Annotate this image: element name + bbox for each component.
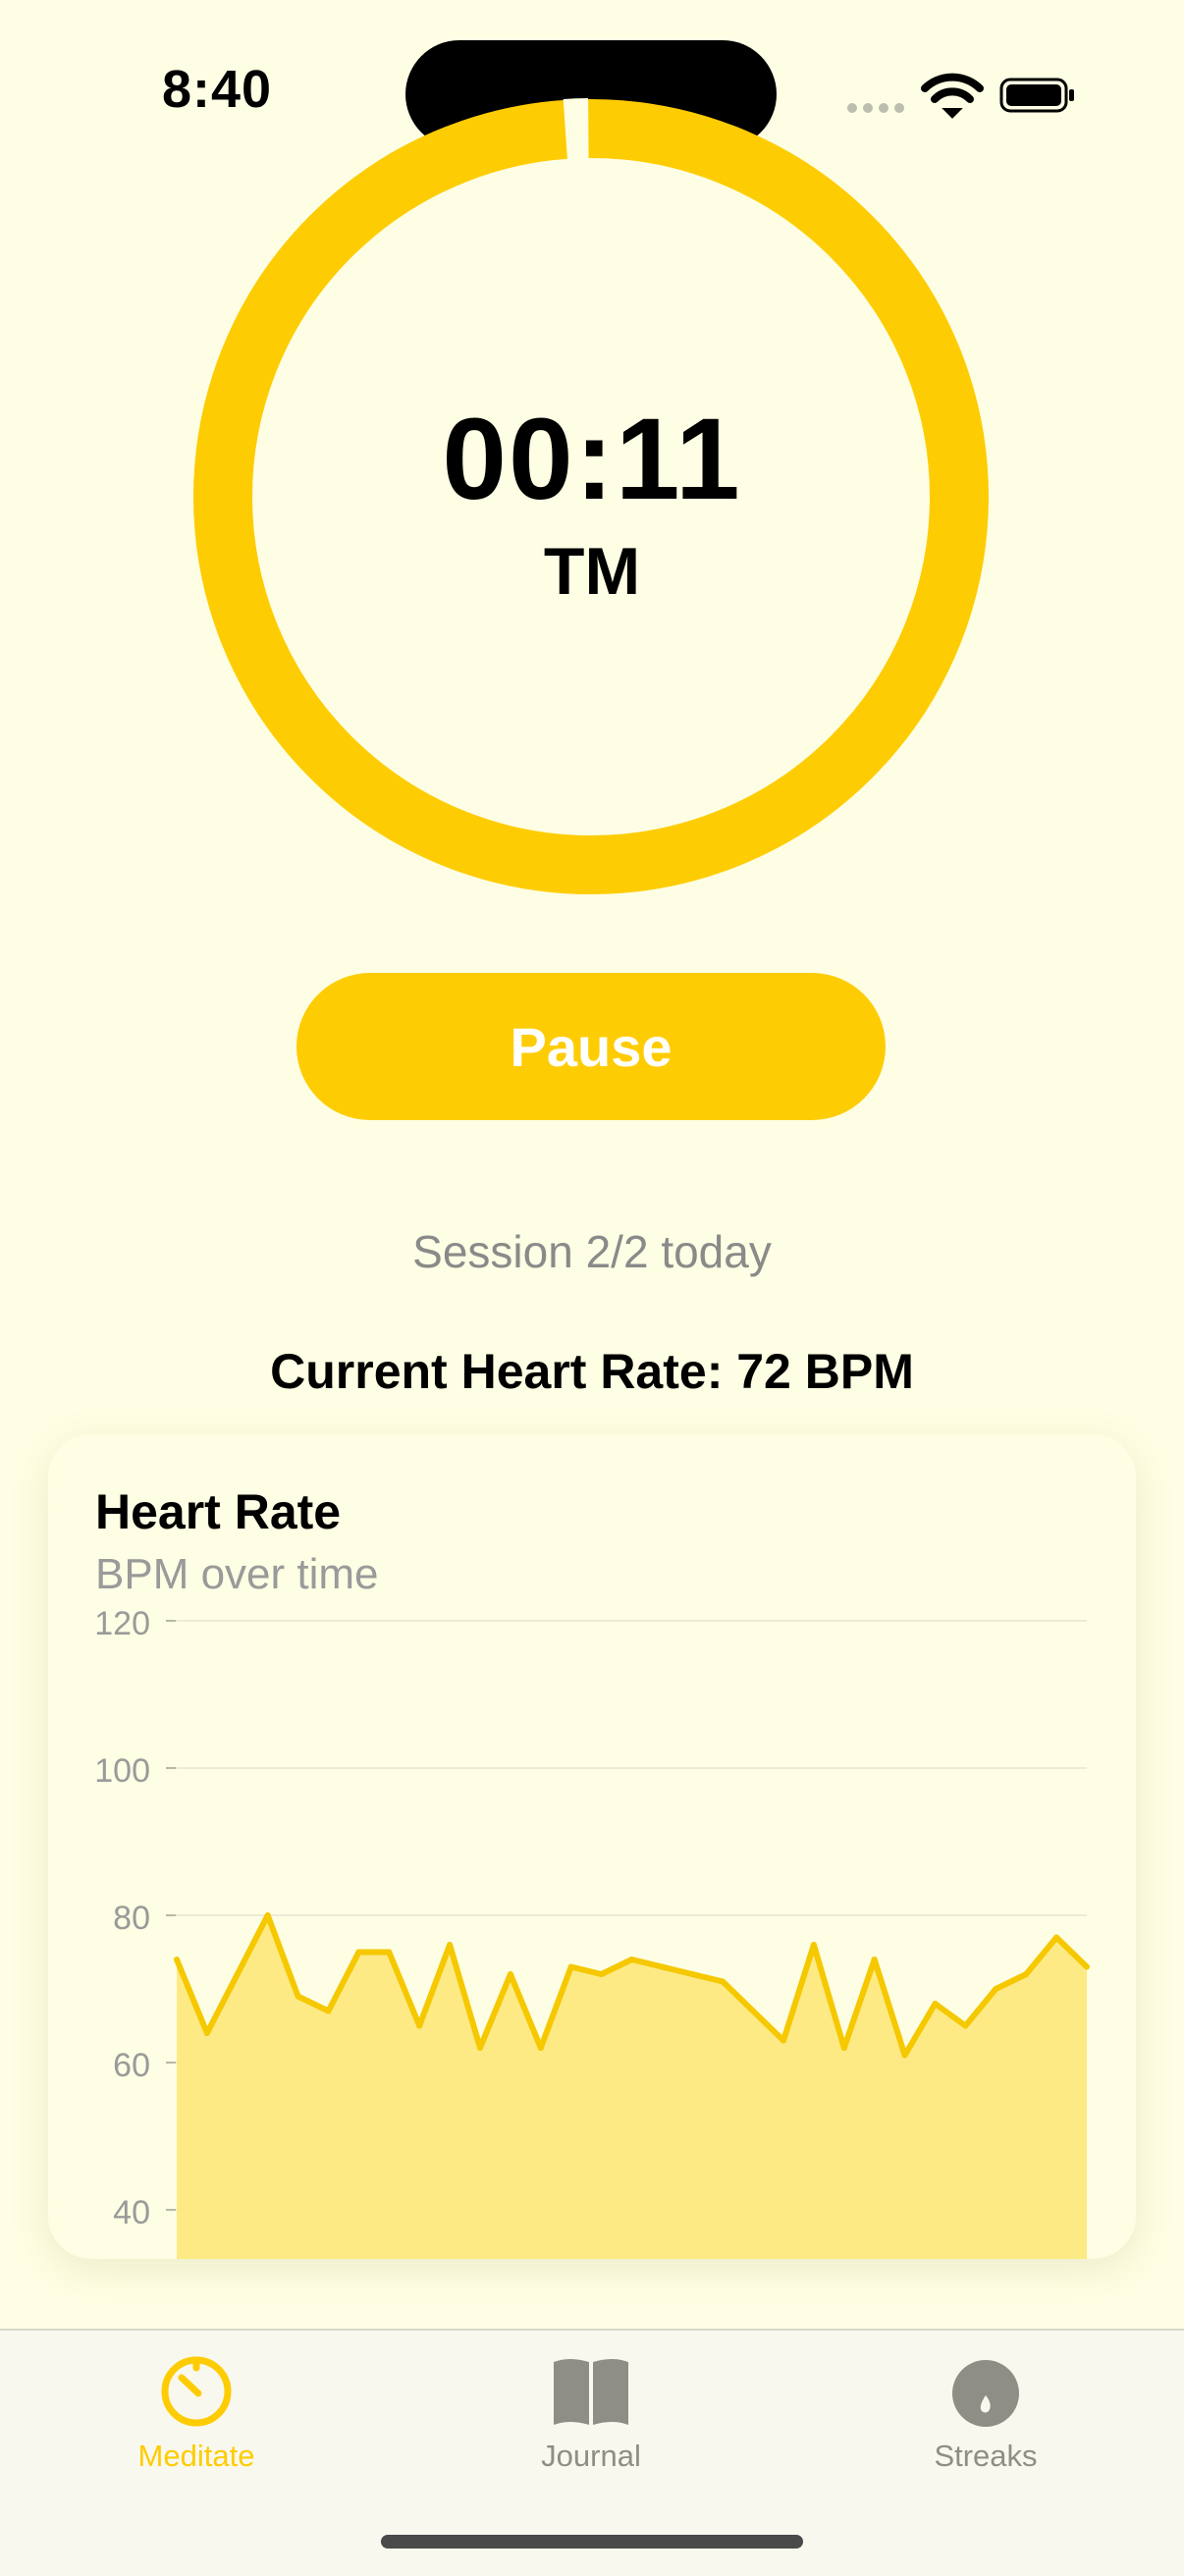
data-point [659, 1963, 666, 1970]
data-point [325, 2008, 332, 2014]
data-point [537, 2045, 544, 2051]
data-point [780, 2037, 786, 2044]
data-point [295, 1993, 301, 2000]
data-point [1084, 1963, 1090, 1970]
area-fill [177, 1915, 1087, 2259]
data-point [993, 1986, 999, 1992]
data-point [174, 1957, 180, 1962]
battery-icon [999, 78, 1074, 113]
data-point [477, 2045, 483, 2051]
y-tick-label: 60 [113, 2047, 150, 2084]
tab-journal[interactable]: Journal [473, 2348, 709, 2496]
tab-label-journal: Journal [541, 2439, 641, 2473]
y-tick-label: 40 [113, 2194, 150, 2231]
data-point [447, 1942, 454, 1948]
data-point [628, 1957, 635, 1962]
tab-meditate[interactable]: Meditate [79, 2348, 314, 2496]
y-tick-label: 100 [94, 1752, 150, 1790]
data-point [386, 1949, 393, 1956]
flame-icon [952, 2360, 1019, 2427]
tab-streaks[interactable]: Streaks [868, 2348, 1103, 2496]
data-point [932, 2001, 939, 2007]
data-point [264, 1912, 271, 1918]
data-point [871, 1957, 878, 1962]
data-point [810, 1942, 817, 1948]
data-point [840, 2045, 847, 2051]
data-point [1023, 1971, 1030, 1977]
data-point [567, 1963, 574, 1970]
pause-button[interactable]: Pause [296, 973, 886, 1120]
tab-label-meditate: Meditate [137, 2439, 255, 2473]
data-point [355, 1949, 362, 1956]
data-point [962, 2022, 969, 2029]
timer-elapsed: 00:11 [442, 395, 742, 524]
book-icon [554, 2359, 628, 2425]
timer-icon [161, 2356, 232, 2427]
data-point [203, 2030, 210, 2036]
home-indicator [381, 2535, 803, 2549]
chart-title: Heart Rate [95, 1484, 342, 1539]
data-point [416, 2022, 423, 2029]
data-point [689, 1971, 696, 1977]
y-tick-label: 80 [113, 1900, 150, 1937]
data-point [234, 1971, 241, 1977]
data-point [901, 2052, 908, 2059]
data-point [720, 1978, 727, 1985]
chart-subtitle: BPM over time [95, 1550, 379, 1598]
tab-label-streaks: Streaks [934, 2439, 1038, 2473]
timer-label: TM [543, 534, 641, 609]
session-count: Session 2/2 today [412, 1226, 772, 1277]
data-point [507, 1971, 513, 1977]
y-tick-label: 120 [94, 1605, 150, 1642]
data-point [750, 2008, 757, 2014]
data-point [598, 1971, 605, 1977]
current-heart-rate: Current Heart Rate: 72 BPM [270, 1344, 914, 1399]
heart-rate-card: 120 100 80 60 40 Heart Rate BPM over time [48, 1434, 1136, 2259]
data-point [1053, 1934, 1060, 1941]
